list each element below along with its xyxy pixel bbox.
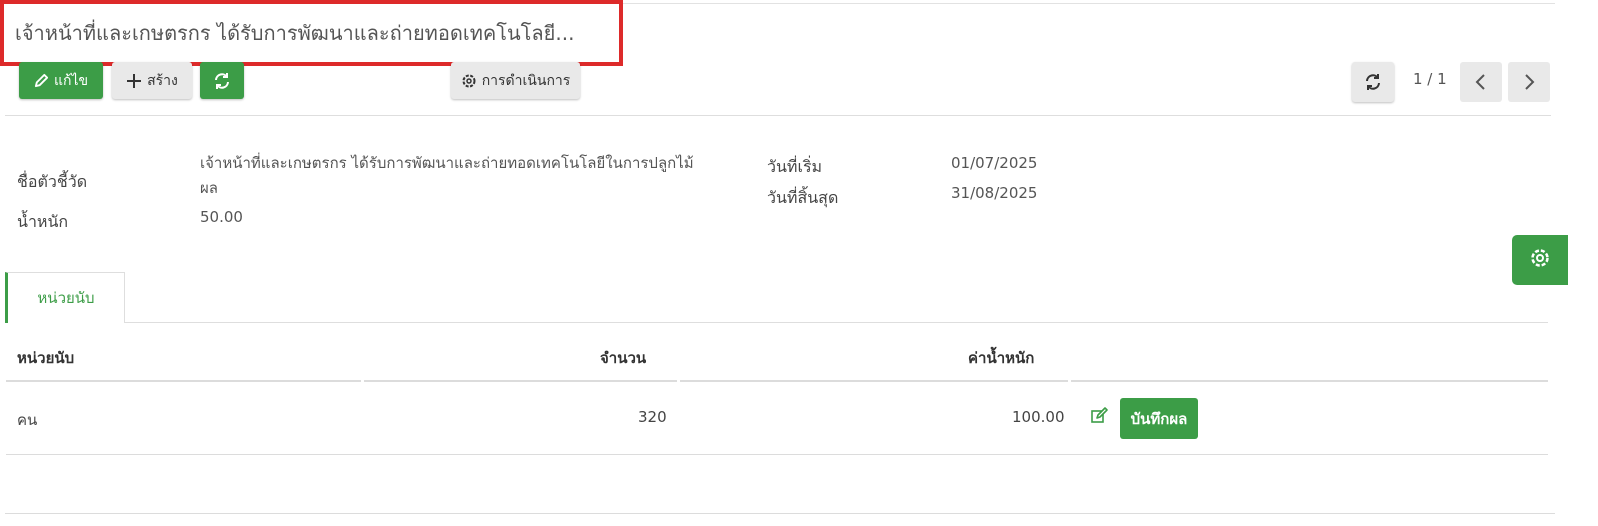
column-header-quantity[interactable]: จำนวน (600, 346, 646, 370)
record-title-highlight: เจ้าหน้าที่และเกษตรกร ได้รับการพัฒนาและถ… (0, 0, 623, 66)
settings-button[interactable] (1512, 235, 1568, 285)
edit-button-label: แก้ไข (53, 72, 89, 89)
end-date-value: 31/08/2025 (951, 184, 1038, 202)
cell-quantity: 320 (638, 408, 667, 426)
row-divider (6, 454, 1548, 455)
actions-button[interactable]: การดำเนินการ (451, 62, 580, 99)
start-date-value: 01/07/2025 (951, 154, 1038, 172)
record-result-button-label: บันทึกผล (1130, 409, 1188, 428)
record-form-page: เจ้าหน้าที่และเกษตรกร ได้รับการพัฒนาและถ… (0, 0, 1598, 526)
refresh-icon (212, 71, 232, 91)
chevron-left-icon (1474, 73, 1488, 91)
header-divider (1071, 380, 1548, 382)
plus-icon (126, 73, 142, 89)
indicator-name-label: ชื่อตัวชี้วัด (17, 172, 88, 191)
start-date-label: วันที่เริ่ม (767, 157, 823, 176)
pencil-icon (34, 73, 49, 88)
gear-icon (461, 73, 477, 89)
create-button-label: สร้าง (147, 72, 178, 89)
header-divider (6, 380, 361, 382)
bottom-divider (5, 513, 1555, 514)
indicator-name-value-line2: ผล (200, 179, 218, 197)
pager-counter: 1 / 1 (1413, 70, 1447, 88)
record-title: เจ้าหน้าที่และเกษตรกร ได้รับการพัฒนาและถ… (15, 21, 575, 45)
create-button[interactable]: สร้าง (112, 62, 192, 99)
header-divider (680, 380, 1068, 382)
weight-label: น้ำหนัก (17, 212, 69, 231)
next-record-button[interactable] (1508, 62, 1550, 102)
indicator-name-value-line1: เจ้าหน้าที่และเกษตรกร ได้รับการพัฒนาและถ… (200, 154, 694, 172)
edit-icon[interactable] (1090, 407, 1108, 429)
edit-button[interactable]: แก้ไข (19, 62, 103, 99)
refresh-button[interactable] (200, 62, 244, 99)
tab-underline (125, 322, 1548, 323)
refresh-icon (1363, 72, 1383, 92)
end-date-label: วันที่สิ้นสุด (767, 188, 839, 207)
toolbar-divider (5, 115, 1551, 116)
column-header-unit[interactable]: หน่วยนับ (17, 346, 74, 370)
record-result-button[interactable]: บันทึกผล (1120, 398, 1198, 439)
tab-units-label: หน่วยนับ (37, 289, 95, 307)
previous-record-button[interactable] (1460, 62, 1502, 102)
actions-button-label: การดำเนินการ (481, 72, 571, 89)
reload-button[interactable] (1352, 62, 1394, 102)
weight-value: 50.00 (200, 208, 243, 226)
column-header-weight[interactable]: ค่าน้ำหนัก (968, 346, 1034, 370)
cell-weight: 100.00 (1012, 408, 1065, 426)
header-divider (364, 380, 677, 382)
gear-icon (1529, 247, 1551, 273)
cell-unit: คน (17, 411, 38, 429)
chevron-right-icon (1522, 73, 1536, 91)
tab-units[interactable]: หน่วยนับ (5, 272, 125, 323)
